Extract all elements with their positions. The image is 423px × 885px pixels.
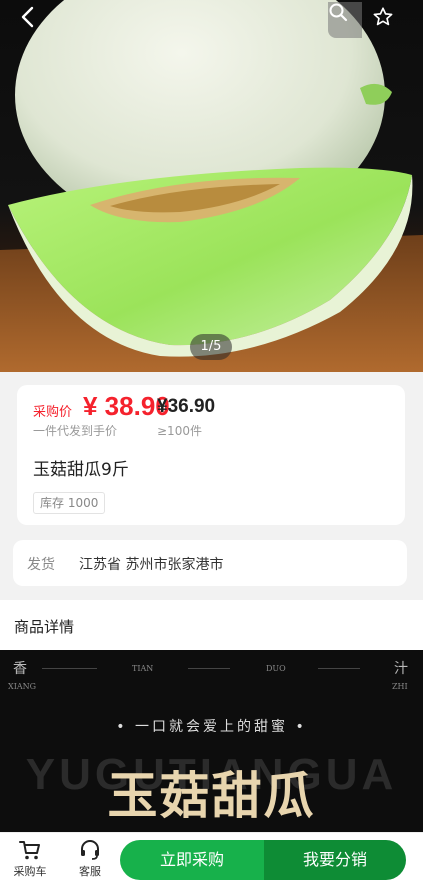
stock-badge: 库存 1000 <box>33 492 106 514</box>
purchase-price-label: 采购价 <box>33 405 73 420</box>
tier-price: ¥36.90 <box>157 396 216 417</box>
product-title: 玉菇甜瓜9斤 <box>33 460 129 480</box>
price-card: 采购价 ¥ 38.90 一件代发到手价 ¥36.90 ≥100件 玉菇甜瓜9斤 … <box>17 385 405 525</box>
banner-en-xiang: XIANG <box>8 682 37 691</box>
cart-label: 采购车 <box>13 865 47 878</box>
purchase-price-note: 一件代发到手价 <box>33 424 118 438</box>
cart-tab[interactable]: 采购车 <box>10 839 50 879</box>
search-icon <box>329 3 348 22</box>
cta-group: 立即采购 我要分销 <box>120 840 406 880</box>
shipping-row: 发货 江苏省 苏州市张家港市 <box>13 540 407 586</box>
favorite-button[interactable] <box>372 6 402 36</box>
shipping-label: 发货 <box>27 557 55 573</box>
back-button[interactable] <box>18 6 50 38</box>
search-button[interactable] <box>328 2 362 38</box>
product-image-carousel[interactable]: 1/5 <box>0 0 423 372</box>
back-arrow-icon <box>21 6 34 28</box>
details-title: 商品详情 <box>14 618 75 636</box>
cart-icon <box>19 841 40 860</box>
banner-headline: 玉菇甜瓜 <box>107 766 316 825</box>
banner-en-tian: TIAN <box>132 664 154 673</box>
star-icon <box>373 7 393 26</box>
banner-char-zhi: 汁 <box>394 661 408 677</box>
banner-en-duo: DUO <box>266 664 286 673</box>
banner-en-zhi: ZHI <box>392 682 408 691</box>
detail-banner: 香 XIANG TIAN DUO 汁 ZHI • 一口就会爱上的甜蜜 • YUG… <box>0 650 423 840</box>
banner-divider <box>188 668 230 669</box>
tier-quantity: ≥100件 <box>157 424 202 438</box>
bottom-action-bar: 采购车 客服 立即采购 我要分销 <box>0 832 423 885</box>
banner-divider <box>42 668 97 669</box>
banner-char-xiang: 香 <box>13 661 27 677</box>
banner-divider <box>318 668 360 669</box>
image-pager: 1/5 <box>190 334 232 360</box>
headset-icon <box>81 840 99 860</box>
details-header: 商品详情 <box>0 600 423 650</box>
buy-now-button[interactable]: 立即采购 <box>120 840 264 880</box>
service-label: 客服 <box>79 865 101 878</box>
shipping-origin: 江苏省 苏州市张家港市 <box>79 557 224 573</box>
banner-slogan: • 一口就会爱上的甜蜜 • <box>116 719 307 735</box>
customer-service-tab[interactable]: 客服 <box>70 839 110 879</box>
melon-photo <box>0 0 423 372</box>
distribute-button[interactable]: 我要分销 <box>264 840 406 880</box>
